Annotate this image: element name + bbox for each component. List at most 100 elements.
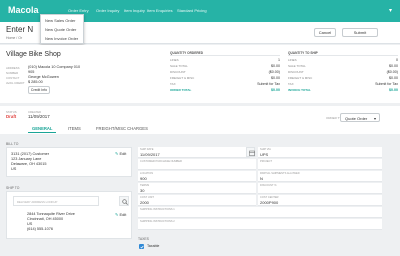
taxable-label: Taxable xyxy=(147,244,160,248)
qty-ship-row: Lines 0 xyxy=(288,58,398,63)
taxable-checkbox[interactable] xyxy=(139,244,144,249)
bill-to-address-box: 3131 (2017) Customer 123 January Lane De… xyxy=(6,147,132,177)
row-label: Sale Total xyxy=(170,64,188,68)
tab-freight-misc-charges[interactable]: Freight/Misc Charges xyxy=(96,126,148,131)
checkmark-icon xyxy=(139,245,144,249)
customer-card: Village Bike Shop Address (010) Macola 1… xyxy=(0,45,400,103)
contact-label: Contact xyxy=(6,76,20,80)
submit-button[interactable]: Submit xyxy=(342,28,378,37)
ship-to-line: 2844 Tonnaquite River Drive xyxy=(27,212,75,216)
menu-item-new-quote-order[interactable]: New Quote Order xyxy=(45,27,76,32)
field-value: N xyxy=(260,176,263,181)
credit-info-button[interactable]: Credit Info xyxy=(28,86,50,94)
row-label: Freight & Misc xyxy=(288,76,313,80)
address-value: (010) Macola 10 Company 010 xyxy=(28,65,81,69)
delivery-address-lookup: Delivery Address Lookup xyxy=(13,196,99,206)
row-label: Invoice Total xyxy=(288,88,311,92)
nav-item-item-enquiries[interactable]: Item Enquiries xyxy=(147,8,173,13)
bill-to-line: US xyxy=(11,167,17,171)
menu-item-new-sales-order[interactable]: New Sales Order xyxy=(45,18,75,23)
qty-ship-row: Tax Submit for Tax xyxy=(288,82,398,87)
edit-label: Edit xyxy=(119,151,127,156)
calendar-button[interactable] xyxy=(246,147,255,157)
nav-item-item-inquiry[interactable]: Item Inquiry xyxy=(124,8,145,13)
tab-general[interactable]: General xyxy=(32,126,52,131)
field-label: Terms xyxy=(140,184,150,187)
nav-item-standard-pricing[interactable]: Standard Pricing xyxy=(177,8,207,13)
avail-credit-label: Avail Credit xyxy=(6,81,25,85)
discount-percent-field[interactable]: Discount % xyxy=(258,183,382,194)
customer-po-field[interactable]: Customer Purchase Number xyxy=(138,159,256,170)
address-label: Address xyxy=(6,66,20,70)
row-value: 0 xyxy=(396,58,398,62)
contact-value: George McGowen xyxy=(28,75,59,79)
bill-to-edit-link[interactable]: ✎ Edit xyxy=(115,151,126,156)
nav-item-order-entry[interactable]: Order Entry xyxy=(68,8,89,13)
row-value: ($0.00) xyxy=(386,70,398,74)
created-value: 11/09/2017 xyxy=(28,114,50,119)
bill-to-line: 3131 (2017) Customer xyxy=(11,152,49,156)
ship-to-edit-link[interactable]: ✎ Edit xyxy=(115,212,126,217)
cancel-button[interactable]: Cancel xyxy=(314,28,336,37)
row-label: Sale Total xyxy=(288,64,306,68)
row-value: ($0.00) xyxy=(268,70,280,74)
field-label: Shipping Instructions 1 xyxy=(140,208,175,211)
qty-ordered-row: Tax Submit for Tax xyxy=(170,82,280,87)
ship-to-line: Cincinnati, OH 45000 xyxy=(27,217,64,221)
shipping-instructions-2-field[interactable]: Shipping Instructions 2 xyxy=(138,219,382,230)
nav-item-order-inquiry[interactable]: Order Inquiry xyxy=(96,8,119,13)
field-label: Cost Center xyxy=(260,196,279,199)
delivery-address-search-input[interactable]: Delivery Address Lookup xyxy=(13,196,99,206)
ship-to-box: Delivery Address Lookup 2844 Tonnaquite … xyxy=(6,191,132,239)
bill-to-line: Delaware, OH 43015 xyxy=(11,162,47,166)
active-tab-indicator xyxy=(28,132,56,133)
field-label: Ship Date xyxy=(140,148,154,151)
field-value: 900 xyxy=(140,176,147,181)
field-label: Project xyxy=(260,160,273,163)
field-value: 30 xyxy=(140,188,145,193)
invoice-total-row: Invoice Total $0.00 xyxy=(288,88,398,93)
row-value: $0.00 xyxy=(271,76,280,80)
field-value: UPS xyxy=(260,152,269,157)
tab-items[interactable]: Items xyxy=(68,126,81,131)
row-label: Discount xyxy=(288,70,304,74)
ship-via-field[interactable]: Ship Via UPS xyxy=(258,147,382,158)
shipping-instructions-1-field[interactable]: Shipping Instructions 1 xyxy=(138,207,382,218)
row-label: Tax xyxy=(170,82,176,86)
quantity-ordered-panel: Quantity Ordered Lines 1 Sale Total $0.00 … xyxy=(170,51,280,99)
row-value: 1 xyxy=(278,58,280,62)
field-label: Partial Shipments Allowed xyxy=(260,172,300,175)
brand-logo[interactable]: Macola xyxy=(8,5,39,15)
row-label: Freight & Misc xyxy=(170,76,195,80)
new-order-dropdown-menu: New Sales Order New Quote Order New Invo… xyxy=(40,14,84,44)
cost-unit-field[interactable]: Cost Unit 2000 xyxy=(138,195,256,206)
row-value: $0.00 xyxy=(389,64,398,68)
terms-field[interactable]: Terms 30 xyxy=(138,183,256,194)
qty-ordered-row: Discount ($0.00) xyxy=(170,70,280,75)
order-type-select[interactable]: Quote Order ▾ xyxy=(340,113,380,122)
field-value: 2000 xyxy=(140,200,149,205)
field-label: Location xyxy=(140,172,154,175)
ship-date-field[interactable]: Ship Date 11/09/2017 xyxy=(138,147,250,158)
row-label: Order Total xyxy=(170,88,192,92)
ship-to-line: US xyxy=(27,222,33,226)
search-button[interactable] xyxy=(119,196,129,206)
row-value: $0.00 xyxy=(271,64,280,68)
location-field[interactable]: Location 900 xyxy=(138,171,256,182)
cost-center-field[interactable]: Cost Center 2000P900 xyxy=(258,195,382,206)
calendar-icon xyxy=(248,150,255,156)
qty-ordered-row: Sale Total $0.00 xyxy=(170,64,280,69)
search-icon xyxy=(122,199,128,205)
page-title: Enter N xyxy=(6,25,34,34)
quantity-to-ship-panel: Quantity to Ship Lines 0 Sale Total $0.00 … xyxy=(288,51,398,99)
partial-shipments-field[interactable]: Partial Shipments Allowed N xyxy=(258,171,382,182)
avail-credit-value: $ 285.00 xyxy=(28,80,43,84)
menu-item-new-invoice-order[interactable]: New Invoice Order xyxy=(45,36,78,41)
chevron-down-icon[interactable]: ▾ xyxy=(389,7,392,14)
breadcrumb[interactable]: Home / Or xyxy=(6,36,22,40)
project-field[interactable]: Project xyxy=(258,159,382,170)
field-label: Ship Via xyxy=(260,148,271,151)
qty-ship-row: Sale Total $0.00 xyxy=(288,64,398,69)
ship-to-line: (614) 555-1076 xyxy=(27,227,53,231)
row-label: Lines xyxy=(288,58,297,62)
